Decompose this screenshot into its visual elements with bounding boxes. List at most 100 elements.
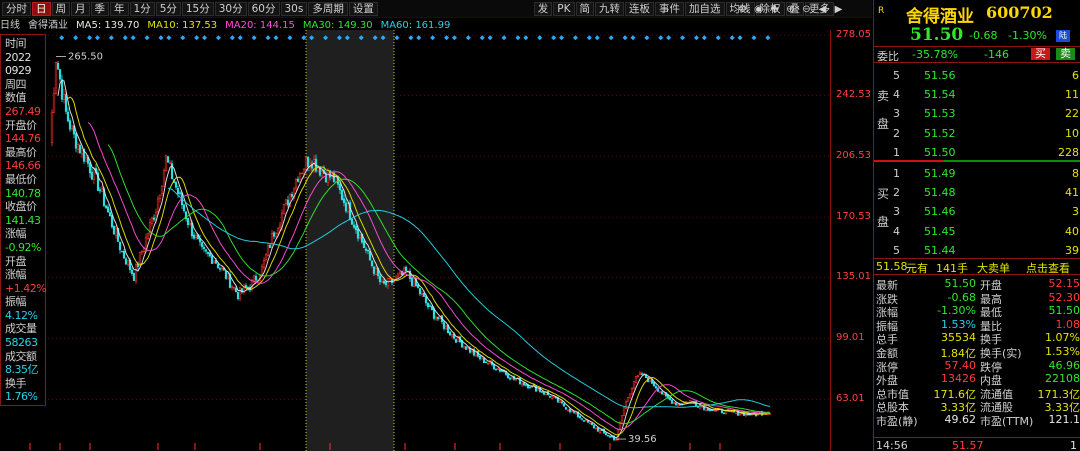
sell-button[interactable]: 卖 bbox=[1056, 48, 1075, 60]
event-marker bbox=[130, 35, 136, 41]
candle-body bbox=[338, 184, 342, 191]
ask-level-row[interactable]: 4 51.54 11 bbox=[874, 85, 1080, 104]
period-tab[interactable]: 5分 bbox=[155, 2, 181, 16]
candle-body bbox=[200, 242, 204, 247]
candle-body bbox=[582, 420, 586, 422]
candle-body bbox=[496, 368, 500, 370]
event-marker bbox=[451, 35, 457, 41]
toolbar-button[interactable]: 简 bbox=[575, 2, 594, 16]
candle-body bbox=[64, 94, 68, 112]
bid-level-row[interactable]: 2 51.48 41 bbox=[874, 183, 1080, 202]
period-tab[interactable]: 30分 bbox=[214, 2, 247, 16]
candle-body bbox=[430, 306, 434, 311]
candle-body bbox=[84, 157, 88, 162]
bid-level-row[interactable]: 5 51.44 39 bbox=[874, 241, 1080, 260]
kline-chart[interactable]: 265.50 39.56 bbox=[0, 30, 872, 451]
candle-body bbox=[76, 144, 80, 150]
candle-body bbox=[630, 388, 634, 395]
period-tab[interactable]: 设置 bbox=[348, 2, 378, 16]
stock-code: 600702 bbox=[986, 3, 1053, 22]
period-tab[interactable]: 30s bbox=[280, 2, 308, 16]
ask-level-row[interactable]: 1 51.50 228 bbox=[874, 143, 1080, 162]
candle-body bbox=[252, 275, 256, 282]
info-panel-line: 144.76 bbox=[5, 132, 41, 146]
event-marker bbox=[701, 35, 707, 41]
toolbar-button[interactable]: 加自选 bbox=[685, 2, 725, 16]
period-tab[interactable]: 60分 bbox=[247, 2, 280, 16]
candle-body bbox=[660, 391, 664, 395]
info-panel-line: 58263 bbox=[5, 336, 38, 350]
stat-item: 涨幅 -1.30% bbox=[876, 304, 976, 319]
bid-level-row[interactable]: 4 51.45 40 bbox=[874, 222, 1080, 241]
stat-label: 市盈(TTM) bbox=[980, 415, 1034, 428]
stat-value: 52.15 bbox=[1048, 277, 1080, 290]
ask-level-row[interactable]: 2 51.52 10 bbox=[874, 124, 1080, 143]
candle-body bbox=[710, 409, 714, 412]
info-panel-line: 0929 bbox=[5, 64, 32, 78]
arrow-right-icon[interactable]: ▶ bbox=[831, 2, 846, 16]
candle-body bbox=[106, 206, 110, 213]
settings-icon[interactable]: ⚙ bbox=[735, 2, 750, 16]
candle-body bbox=[558, 400, 562, 403]
candle-body bbox=[404, 266, 408, 272]
big-trade-link[interactable]: 点击查看 bbox=[1026, 260, 1070, 276]
candle-body bbox=[188, 222, 192, 225]
buy-button[interactable]: 买 bbox=[1031, 48, 1050, 60]
candle-body bbox=[104, 205, 108, 209]
candle-body bbox=[592, 424, 596, 429]
event-marker bbox=[87, 35, 93, 41]
candle-body bbox=[156, 198, 160, 212]
period-tab[interactable]: 周 bbox=[51, 2, 70, 16]
level-index: 5 bbox=[893, 69, 900, 82]
candle-body bbox=[90, 171, 94, 180]
candle-body bbox=[182, 204, 186, 211]
candle-body bbox=[98, 189, 102, 192]
period-tab[interactable]: 日 bbox=[32, 2, 51, 16]
candle-body bbox=[672, 402, 676, 404]
candle-body bbox=[56, 62, 60, 70]
event-marker bbox=[658, 35, 664, 41]
stat-value: 22108 bbox=[1045, 372, 1080, 386]
candle-body bbox=[420, 293, 424, 295]
candle-body bbox=[210, 255, 214, 264]
period-tab[interactable]: 多周期 bbox=[308, 2, 348, 16]
candle-body bbox=[70, 125, 74, 129]
candle-body bbox=[486, 362, 490, 365]
toolbar-button[interactable]: 九转 bbox=[595, 2, 624, 16]
period-tab[interactable]: 月 bbox=[71, 2, 90, 16]
arrow-left-icon[interactable]: ◀ bbox=[815, 2, 830, 16]
candle-body bbox=[652, 382, 656, 386]
period-tab[interactable]: 1分 bbox=[129, 2, 155, 16]
period-tab[interactable]: 年 bbox=[110, 2, 129, 16]
toolbar-button[interactable]: 发 bbox=[533, 2, 553, 16]
toolbar-button[interactable]: 连板 bbox=[625, 2, 654, 16]
period-tab[interactable]: 15分 bbox=[181, 2, 214, 16]
stat-item: 内盘 22108 bbox=[980, 372, 1080, 387]
bid-level-row[interactable]: 1 51.49 8 bbox=[874, 164, 1080, 183]
stat-value: 13426 bbox=[941, 372, 976, 386]
period-tab[interactable]: 季 bbox=[90, 2, 109, 16]
bid-level-row[interactable]: 3 51.46 3 bbox=[874, 202, 1080, 221]
event-marker bbox=[59, 35, 65, 41]
candle-body bbox=[708, 409, 712, 411]
candle-body bbox=[294, 179, 298, 189]
candle-body bbox=[640, 373, 644, 375]
zoom-in-icon[interactable]: ⊕ bbox=[783, 2, 798, 16]
stat-item: 涨停 57.40 bbox=[876, 359, 976, 374]
ask-level-row[interactable]: 5 51.56 6 bbox=[874, 66, 1080, 85]
candle-body bbox=[396, 274, 400, 277]
ask-level-row[interactable]: 3 51.53 22 bbox=[874, 104, 1080, 123]
zoom-out-icon[interactable]: ⊖ bbox=[799, 2, 814, 16]
big-trade-price: 51.58 bbox=[876, 260, 908, 273]
level-index: 4 bbox=[893, 88, 900, 102]
candle-body bbox=[60, 79, 64, 100]
period-tab[interactable]: 分时 bbox=[2, 2, 31, 16]
level-price: 51.53 bbox=[924, 107, 956, 121]
toolbar-button[interactable]: 事件 bbox=[655, 2, 684, 16]
candle-body bbox=[450, 333, 454, 337]
candle-body bbox=[290, 194, 294, 197]
cursor-icon[interactable]: ✚ bbox=[767, 2, 782, 16]
info-panel-line: 成交额 bbox=[5, 349, 37, 363]
toolbar-button[interactable]: PK bbox=[553, 2, 575, 16]
eye-icon[interactable]: ◉ bbox=[751, 2, 766, 16]
